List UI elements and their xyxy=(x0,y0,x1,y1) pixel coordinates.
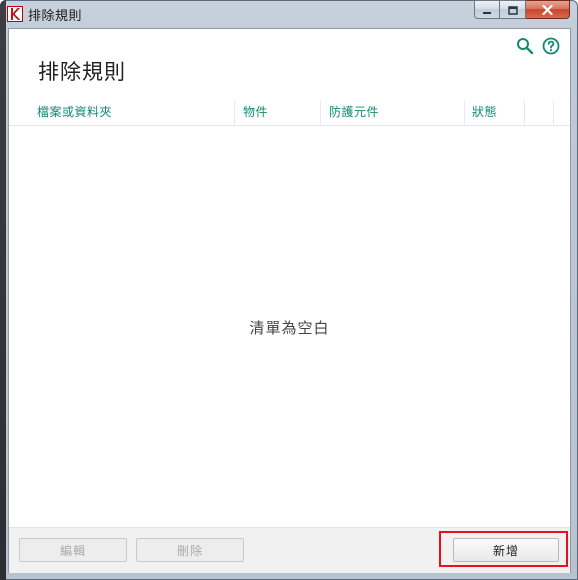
window-title: 排除規則 xyxy=(28,9,83,24)
table-header: 檔案或資料夾 物件 防護元件 狀態 xyxy=(9,101,570,126)
maximize-icon xyxy=(507,0,518,19)
dialog-body: 排除規則 檔案或資料夾 物件 防護元件 狀態 清單為空白 編輯 刪除 新增 xyxy=(8,28,571,573)
empty-list-message: 清單為空白 xyxy=(249,319,330,337)
add-button[interactable]: 新增 xyxy=(453,538,559,562)
help-icon[interactable] xyxy=(542,37,560,59)
search-icon[interactable] xyxy=(516,37,534,59)
page-title: 排除規則 xyxy=(38,60,126,84)
maximize-button[interactable] xyxy=(500,0,526,19)
column-header-status[interactable]: 狀態 xyxy=(472,103,497,120)
minimize-button[interactable] xyxy=(474,0,500,19)
window-controls xyxy=(474,0,570,20)
button-bar: 編輯 刪除 新增 xyxy=(9,527,570,573)
column-divider xyxy=(553,101,554,125)
edit-button[interactable]: 編輯 xyxy=(19,538,127,562)
minimize-icon xyxy=(482,0,492,19)
column-divider xyxy=(320,101,321,125)
column-header-file-or-folder[interactable]: 檔案或資料夾 xyxy=(37,103,112,120)
app-logo-icon xyxy=(7,6,23,22)
column-header-object[interactable]: 物件 xyxy=(243,103,268,120)
close-button[interactable] xyxy=(526,0,570,19)
delete-button[interactable]: 刪除 xyxy=(136,538,244,562)
title-bar[interactable]: 排除規則 xyxy=(0,0,578,28)
frame-edge xyxy=(0,0,6,580)
column-divider xyxy=(464,101,465,125)
header-tools xyxy=(516,37,560,59)
column-header-protection-component[interactable]: 防護元件 xyxy=(329,103,379,120)
close-icon xyxy=(542,0,553,19)
column-divider xyxy=(524,101,525,125)
column-divider xyxy=(234,101,235,125)
